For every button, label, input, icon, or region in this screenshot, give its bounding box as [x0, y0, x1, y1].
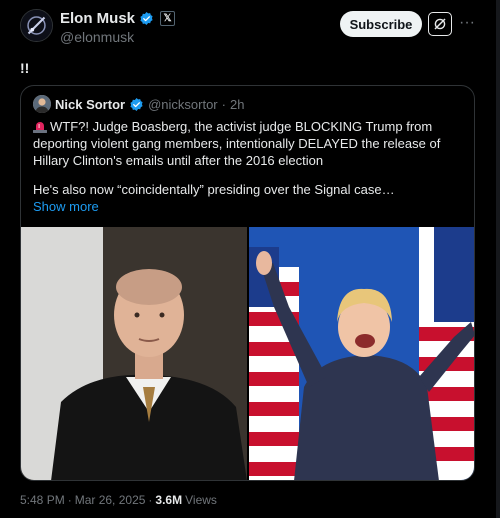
author-avatar[interactable]: [20, 9, 53, 42]
quote-body-text: WTF?! Judge Boasberg, the activist judge…: [33, 119, 441, 168]
footer-separator-2: ·: [148, 493, 153, 507]
quote-separator: ·: [221, 96, 226, 112]
quote-media-grid: [21, 227, 474, 480]
avatar-image: [21, 10, 52, 41]
quote-author-name[interactable]: Nick Sortor: [55, 97, 125, 112]
subscribe-button[interactable]: Subscribe: [340, 11, 422, 37]
verified-badge-icon: [140, 12, 153, 25]
post-time[interactable]: 5:48 PM: [20, 493, 65, 507]
x-affiliation-badge[interactable]: 𝕏: [160, 11, 176, 26]
author-display-name[interactable]: Elon Musk: [60, 10, 135, 27]
more-options-icon[interactable]: ···: [459, 13, 475, 33]
post-date[interactable]: Mar 26, 2025: [75, 493, 146, 507]
siren-emoji-icon: [33, 122, 47, 133]
quote-verified-badge-icon: [130, 97, 143, 111]
author-handle[interactable]: @elonmusk: [60, 29, 134, 45]
grok-icon: [434, 18, 446, 30]
views-count: 3.6M: [155, 493, 183, 507]
post-text: !!: [20, 60, 30, 76]
quoted-post[interactable]: Nick Sortor @nicksortor · 2h WTF?! Judge…: [20, 85, 475, 481]
quote-timestamp[interactable]: 2h: [230, 97, 244, 112]
judge-photo-image: [21, 227, 247, 480]
quote-author-avatar[interactable]: [33, 95, 51, 113]
author-name-row: Elon Musk 𝕏: [60, 10, 176, 27]
judge-photo[interactable]: [21, 227, 247, 480]
quote-header: Nick Sortor @nicksortor · 2h: [33, 95, 244, 113]
hillary-photo-image: [249, 227, 474, 480]
quote-body-second-paragraph: He's also now “coincidentally” presiding…: [33, 182, 395, 197]
footer-separator-1: ·: [67, 493, 72, 507]
hillary-clinton-photo[interactable]: [249, 227, 474, 480]
grok-button[interactable]: [428, 12, 452, 36]
show-more-link[interactable]: Show more: [33, 199, 99, 214]
post-container: Elon Musk 𝕏 @elonmusk Subscribe ··· !! N…: [0, 0, 500, 518]
post-footer: 5:48 PM · Mar 26, 2025 · 3.6M Views: [20, 493, 217, 507]
quote-body: WTF?! Judge Boasberg, the activist judge…: [33, 118, 468, 169]
quote-author-handle[interactable]: @nicksortor: [148, 97, 218, 112]
scrollbar-track[interactable]: [496, 0, 500, 518]
quote-avatar-image: [33, 95, 51, 113]
views-label: Views: [185, 493, 217, 507]
